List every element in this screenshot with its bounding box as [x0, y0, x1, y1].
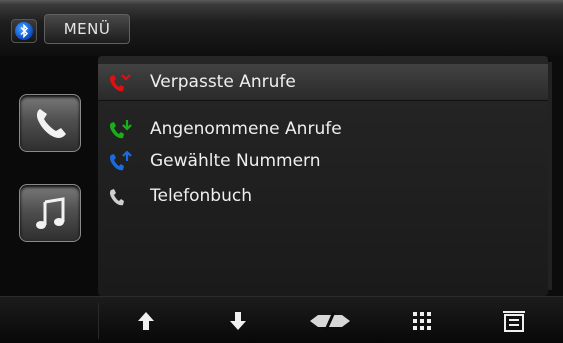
received-call-icon [109, 120, 132, 139]
music-source-button[interactable] [19, 184, 81, 242]
keypad-button[interactable] [376, 297, 468, 343]
top-bar: MENÜ [0, 0, 563, 56]
bluetooth-button[interactable] [11, 19, 37, 43]
music-note-icon [36, 197, 65, 229]
list-item-dialed-numbers[interactable]: Gewählte Nummern [98, 143, 548, 179]
call-list: Verpasste Anrufe Angenommene Anrufe Gewä… [98, 56, 548, 296]
scroll-up-button[interactable] [100, 297, 192, 343]
list-item-label: Verpasste Anrufe [150, 72, 296, 92]
bottom-toolbar [0, 296, 563, 343]
list-scrollbar[interactable] [548, 62, 552, 290]
missed-call-icon [109, 74, 131, 92]
phone-screen: MENÜ Verpasste Anrufe Angenommene Anrufe… [0, 0, 563, 343]
arrow-down-icon [230, 311, 246, 330]
phone-icon [36, 109, 66, 138]
divider [98, 303, 99, 339]
list-menu-button[interactable] [468, 297, 560, 343]
hang-up-button[interactable] [284, 297, 376, 343]
arrow-up-icon [138, 311, 154, 330]
list-item-label: Gewählte Nummern [150, 151, 321, 171]
list-item-label: Telefonbuch [150, 186, 252, 206]
list-item-missed-calls[interactable]: Verpasste Anrufe [98, 64, 548, 101]
keypad-icon [413, 311, 431, 330]
source-sidebar [0, 56, 98, 296]
phonebook-icon [109, 189, 124, 206]
scroll-down-button[interactable] [192, 297, 284, 343]
hang-up-icon [310, 310, 350, 331]
list-item-received-calls[interactable]: Angenommene Anrufe [98, 111, 548, 147]
menu-button[interactable]: MENÜ [44, 14, 130, 44]
list-item-label: Angenommene Anrufe [150, 119, 342, 139]
list-item-phonebook[interactable]: Telefonbuch [98, 178, 548, 214]
dialed-call-icon [109, 151, 132, 171]
bluetooth-icon [15, 22, 33, 40]
list-icon [503, 310, 525, 332]
phone-source-button[interactable] [19, 94, 81, 152]
